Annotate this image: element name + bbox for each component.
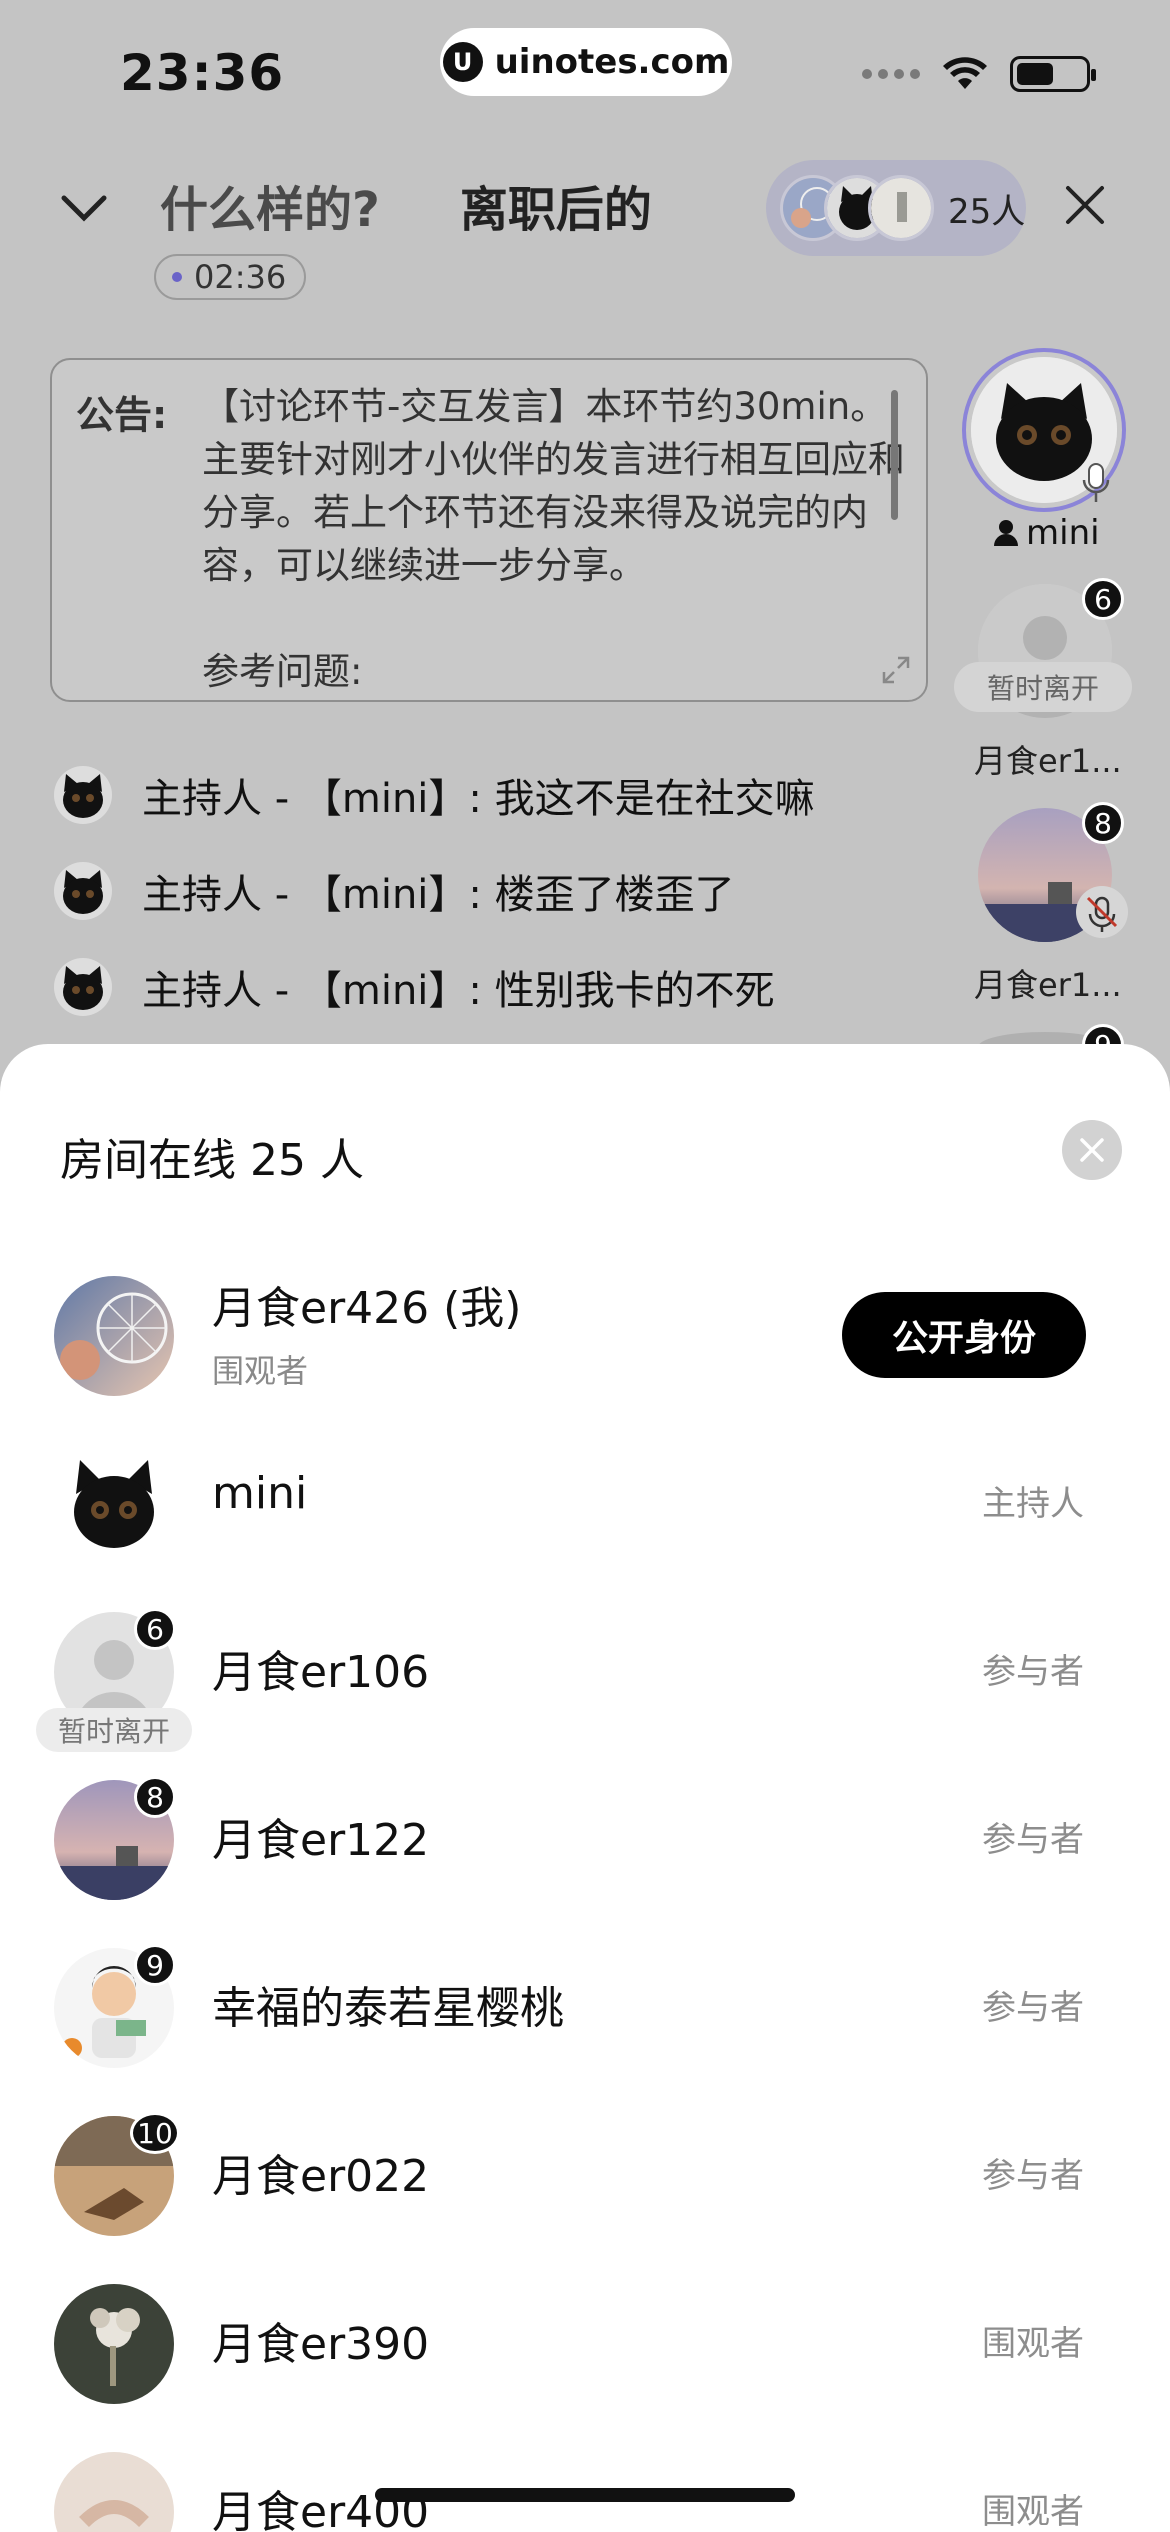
member-number-badge: 9 bbox=[134, 1944, 176, 1986]
chat-text: 主持人 - 【mini】: 楼歪了楼歪了 bbox=[142, 872, 735, 918]
close-icon[interactable] bbox=[1060, 180, 1110, 230]
member-role: 围观者 bbox=[212, 1352, 309, 1390]
member-name: 月食er022 bbox=[212, 2151, 430, 2202]
member-number-badge: 10 bbox=[130, 2112, 180, 2154]
member-role: 参与者 bbox=[982, 1820, 1084, 1860]
member-row[interactable]: 6 暂时离开 月食er106 参与者 bbox=[0, 1594, 1170, 1762]
member-avatar bbox=[54, 2284, 174, 2404]
chat-avatar bbox=[54, 766, 112, 824]
member-row[interactable]: 月食er390 围观者 bbox=[0, 2266, 1170, 2434]
member-row[interactable]: 月食er400 围观者 bbox=[0, 2434, 1170, 2532]
uinotes-logo-icon: U bbox=[442, 42, 483, 82]
member-number-badge: 6 bbox=[134, 1608, 176, 1650]
room-title-marquee: 什么样的? 离职后的 bbox=[160, 170, 660, 250]
chat-message: 主持人 - 【mini】: 性别我卡的不死 bbox=[54, 952, 775, 1022]
chat-avatar bbox=[54, 862, 112, 920]
member-row[interactable]: 9 幸福的泰若星樱桃 参与者 bbox=[0, 1930, 1170, 2098]
chat-message: 主持人 - 【mini】: 楼歪了楼歪了 bbox=[54, 856, 735, 926]
url-pill: U uinotes.com bbox=[440, 28, 732, 96]
mic-icon bbox=[1082, 463, 1110, 502]
room-header: 什么样的? 离职后的 02:36 25人 bbox=[0, 150, 1170, 310]
speaker-number-badge: 8 bbox=[1082, 802, 1124, 844]
member-role: 围观者 bbox=[982, 2492, 1084, 2532]
member-count: 25人 bbox=[948, 191, 1026, 232]
speaker-number-badge: 6 bbox=[1082, 578, 1124, 620]
sheet-close-button[interactable] bbox=[1062, 1120, 1122, 1180]
timer-dot-icon bbox=[172, 272, 182, 282]
announcement-scrollbar[interactable] bbox=[891, 390, 898, 520]
announcement-label: 公告: bbox=[76, 393, 168, 437]
announcement-box[interactable]: 公告: 【讨论环节-交互发言】本环节约30min。主要针对刚才小伙伴的发言进行相… bbox=[50, 358, 928, 702]
member-row[interactable]: 8 月食er122 参与者 bbox=[0, 1762, 1170, 1930]
wifi-icon bbox=[943, 57, 987, 89]
status-icons bbox=[862, 56, 1096, 92]
host-person-icon bbox=[994, 520, 1018, 546]
expand-icon[interactable] bbox=[878, 652, 914, 688]
speaker-name: 月食er1... bbox=[974, 742, 1122, 780]
chat-avatar bbox=[54, 958, 112, 1016]
chat-message: 主持人 - 【mini】: 我这不是在社交嘛 bbox=[54, 760, 815, 830]
member-name: 幸福的泰若星樱桃 bbox=[212, 1983, 564, 2034]
reveal-identity-button[interactable]: 公开身份 bbox=[842, 1292, 1086, 1378]
member-avatar bbox=[54, 2452, 174, 2532]
home-indicator[interactable] bbox=[375, 2488, 795, 2502]
chat-text: 主持人 - 【mini】: 我这不是在社交嘛 bbox=[142, 776, 815, 822]
member-name: 月食er426 (我) bbox=[212, 1283, 522, 1334]
member-row[interactable]: 月食er426 (我) 围观者 公开身份 bbox=[0, 1258, 1170, 1426]
member-avatar bbox=[54, 1276, 174, 1396]
chevron-down-icon[interactable] bbox=[56, 180, 112, 236]
member-row[interactable]: mini 主持人 bbox=[0, 1426, 1170, 1594]
close-icon bbox=[1080, 1138, 1104, 1162]
member-name: 月食er106 bbox=[212, 1647, 430, 1698]
away-tag: 暂时离开 bbox=[954, 662, 1132, 712]
member-row[interactable]: 10 月食er022 参与者 bbox=[0, 2098, 1170, 2266]
member-role: 参与者 bbox=[982, 1988, 1084, 2028]
member-name: 月食er400 bbox=[212, 2487, 430, 2532]
member-avatar bbox=[54, 1444, 174, 1564]
away-tag: 暂时离开 bbox=[36, 1708, 192, 1752]
signal-icon bbox=[862, 69, 920, 79]
session-timer: 02:36 bbox=[154, 254, 307, 300]
clock: 23:36 bbox=[120, 44, 285, 102]
member-name: 月食er390 bbox=[212, 2319, 430, 2370]
online-members-sheet: 房间在线 25 人 月食er426 (我) 围观者 公开身份 mini 主持人 … bbox=[0, 1044, 1170, 2532]
room-title-part: 离职后的 bbox=[459, 182, 652, 238]
battery-icon bbox=[1010, 56, 1096, 92]
host-name: mini bbox=[990, 513, 1100, 553]
member-role: 主持人 bbox=[982, 1484, 1084, 1524]
member-number-badge: 8 bbox=[134, 1776, 176, 1818]
chat-text: 主持人 - 【mini】: 性别我卡的不死 bbox=[142, 968, 775, 1014]
mic-muted-icon bbox=[1076, 886, 1128, 938]
timer-text: 02:36 bbox=[194, 258, 287, 296]
member-name: mini bbox=[212, 1468, 308, 1519]
members-pill[interactable]: 25人 bbox=[766, 160, 1026, 256]
room-title-part: 什么样的? bbox=[160, 182, 380, 238]
member-avatar bbox=[868, 175, 934, 241]
member-role: 参与者 bbox=[982, 2156, 1084, 2196]
status-bar: 23:36 U uinotes.com bbox=[0, 0, 1170, 150]
speaker-name: 月食er1... bbox=[974, 966, 1122, 1004]
member-name: 月食er122 bbox=[212, 1815, 430, 1866]
announcement-text: 【讨论环节-交互发言】本环节约30min。主要针对刚才小伙伴的发言进行相互回应和… bbox=[202, 385, 905, 693]
url-text: uinotes.com bbox=[494, 42, 730, 82]
member-role: 参与者 bbox=[982, 1652, 1084, 1692]
member-role: 围观者 bbox=[982, 2324, 1084, 2364]
sheet-title: 房间在线 25 人 bbox=[60, 1135, 364, 1186]
